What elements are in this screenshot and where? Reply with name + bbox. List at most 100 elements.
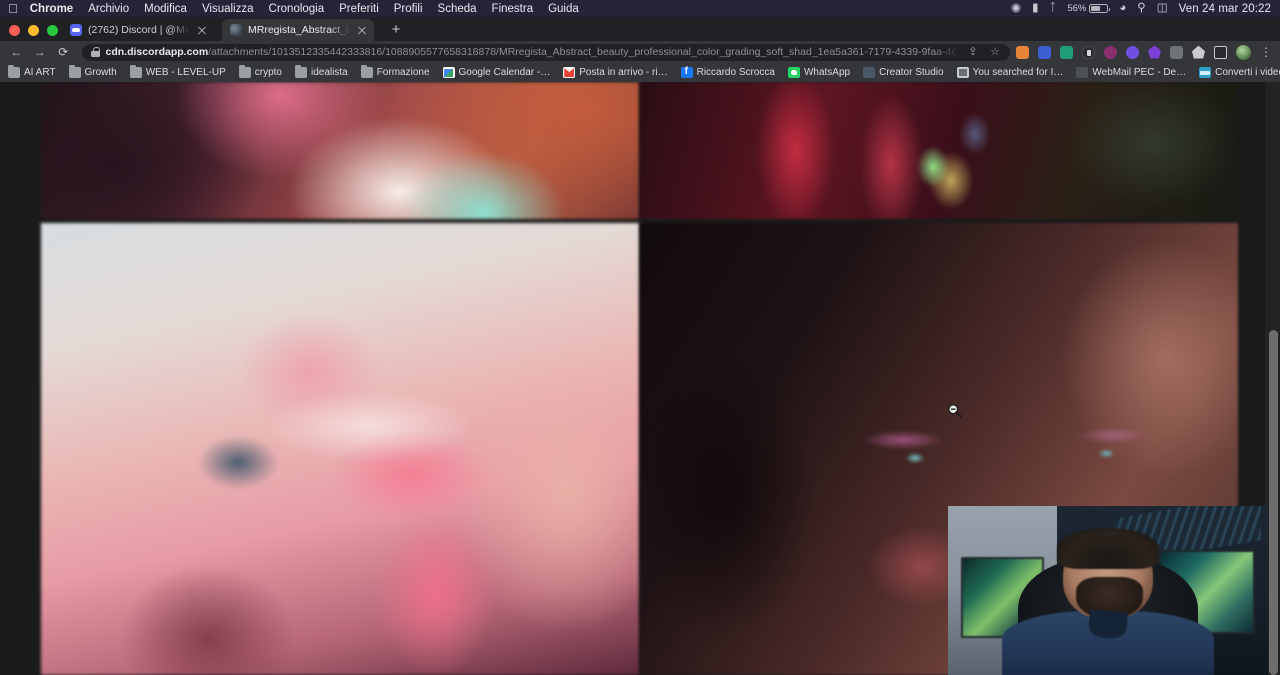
share-icon[interactable]: ⇪	[967, 46, 979, 58]
bookmark-label: Formazione	[377, 67, 430, 78]
bookmark-creator-studio[interactable]: Creator Studio	[863, 67, 943, 78]
image-top-left[interactable]	[41, 82, 639, 219]
bookmark-label: Google Calendar -…	[459, 67, 551, 78]
extension-violet-icon[interactable]	[1148, 46, 1161, 59]
extensions-area: ⋮	[1016, 45, 1280, 60]
extension-puzzle-icon[interactable]	[1192, 46, 1205, 59]
control-center-icon[interactable]: ◫	[1157, 3, 1168, 15]
battery-percent-label: 56%	[1067, 3, 1086, 14]
side-panel-icon[interactable]	[1214, 46, 1227, 59]
battery-shell	[1089, 4, 1108, 13]
extension-dark-circle-icon[interactable]	[1082, 46, 1095, 59]
creator-studio-icon	[863, 67, 875, 78]
bookmark-label: Riccardo Scrocca	[697, 67, 775, 78]
bookmark-ai-art[interactable]: AI ART	[8, 67, 56, 78]
menu-item-archivio[interactable]: Archivio	[88, 3, 129, 15]
menu-item-cronologia[interactable]: Cronologia	[269, 3, 325, 15]
record-icon[interactable]: ◉	[1011, 3, 1021, 15]
extension-blue-icon[interactable]	[1038, 46, 1051, 59]
image-top-right[interactable]	[640, 82, 1238, 219]
tab-title: (2762) Discord | @Midjourney	[88, 24, 190, 36]
url-path: /attachments/1013512335442333816/1088905…	[208, 46, 959, 58]
bluetooth-icon[interactable]: ᛏ	[1049, 3, 1056, 15]
profile-avatar[interactable]	[1236, 45, 1251, 60]
bookmark-idealista[interactable]: idealista	[295, 67, 348, 78]
bookmarks-bar: AI ART Growth WEB - LEVEL-UP crypto idea…	[0, 63, 1280, 82]
screen:  Chrome Archivio Modifica Visualizza Cr…	[0, 0, 1280, 675]
extension-orange-icon[interactable]	[1016, 46, 1029, 59]
chrome-menu-button[interactable]: ⋮	[1260, 46, 1272, 58]
tab-image-preview[interactable]: MRregista_Abstract_beauty_...	[222, 19, 374, 41]
menu-item-visualizza[interactable]: Visualizza	[202, 3, 254, 15]
bookmark-converti-video[interactable]: Converti i video di…	[1199, 67, 1280, 78]
menu-bar-status-area: ◉ ▮ ᛏ 56% ◕ ⚲ ◫ Ven 24 mar 20:22	[1011, 3, 1280, 15]
bookmark-posta-in-arrivo[interactable]: Posta in arrivo - ri…	[563, 67, 667, 78]
bookmark-web-level-up[interactable]: WEB - LEVEL-UP	[130, 67, 226, 78]
discord-icon	[70, 24, 82, 36]
folder-icon	[69, 67, 81, 78]
menu-item-chrome[interactable]: Chrome	[30, 3, 73, 15]
wifi-icon[interactable]: ◕	[1119, 3, 1126, 15]
tab-discord[interactable]: (2762) Discord | @Midjourney	[62, 19, 214, 41]
google-calendar-icon	[443, 67, 455, 78]
close-tab-icon[interactable]	[356, 24, 368, 36]
close-tab-icon[interactable]	[196, 24, 208, 36]
menu-item-finestra[interactable]: Finestra	[492, 3, 534, 15]
zoom-button[interactable]	[47, 25, 58, 36]
browser-tab-strip: (2762) Discord | @Midjourney MRregista_A…	[0, 17, 1280, 41]
bookmark-you-searched-for[interactable]: You searched for I…	[957, 67, 1064, 78]
minimize-button[interactable]	[28, 25, 39, 36]
webmail-icon	[1076, 67, 1088, 78]
bookmark-crypto[interactable]: crypto	[239, 67, 282, 78]
folder-icon	[361, 67, 373, 78]
url-text: cdn.discordapp.com/attachments/101351233…	[106, 46, 960, 58]
extension-grid-icon[interactable]	[1170, 46, 1183, 59]
tab-title: MRregista_Abstract_beauty_...	[248, 24, 350, 36]
extension-magenta-icon[interactable]	[1104, 46, 1117, 59]
bookmark-label: Converti i video di…	[1215, 67, 1280, 78]
bookmark-label: AI ART	[24, 67, 56, 78]
macos-menu-bar:  Chrome Archivio Modifica Visualizza Cr…	[0, 0, 1280, 17]
address-bar[interactable]: cdn.discordapp.com/attachments/101351233…	[82, 44, 1011, 61]
menu-item-modifica[interactable]: Modifica	[144, 3, 187, 15]
search-result-icon	[957, 67, 969, 78]
menu-item-guida[interactable]: Guida	[548, 3, 579, 15]
webcam-overlay[interactable]	[948, 506, 1268, 675]
new-tab-button[interactable]: +	[388, 22, 404, 38]
bookmark-riccardo-scrocca[interactable]: Riccardo Scrocca	[681, 67, 775, 78]
extension-purple-icon[interactable]	[1126, 46, 1139, 59]
star-icon[interactable]: ☆	[989, 46, 1001, 58]
battery-icon[interactable]: 56%	[1067, 3, 1108, 14]
bookmark-growth[interactable]: Growth	[69, 67, 117, 78]
gmail-icon	[563, 67, 575, 78]
display-icon[interactable]: ▮	[1032, 3, 1038, 15]
video-convert-icon	[1199, 67, 1211, 78]
battery-fill	[1091, 6, 1100, 11]
bookmark-webmail-pec[interactable]: WebMail PEC - De…	[1076, 67, 1186, 78]
bookmark-formazione[interactable]: Formazione	[361, 67, 430, 78]
bookmark-google-calendar[interactable]: Google Calendar -…	[443, 67, 551, 78]
menu-bar-clock[interactable]: Ven 24 mar 20:22	[1179, 3, 1271, 15]
browser-toolbar: ← → ⟳ cdn.discordapp.com/attachments/101…	[0, 41, 1280, 63]
menu-item-profili[interactable]: Profili	[394, 3, 423, 15]
extension-green-icon[interactable]	[1060, 46, 1073, 59]
close-button[interactable]	[9, 25, 20, 36]
apple-logo-icon[interactable]: 	[8, 2, 18, 15]
menu-item-preferiti[interactable]: Preferiti	[339, 3, 379, 15]
url-host: cdn.discordapp.com	[106, 46, 209, 58]
folder-icon	[130, 67, 142, 78]
bookmark-label: crypto	[255, 67, 282, 78]
whatsapp-icon	[788, 67, 800, 78]
spotlight-search-icon[interactable]: ⚲	[1137, 3, 1145, 15]
scrollbar-thumb[interactable]	[1269, 330, 1278, 675]
folder-icon	[239, 67, 251, 78]
webcam-hair	[1057, 528, 1159, 569]
forward-button[interactable]: →	[30, 42, 51, 62]
bookmark-label: Creator Studio	[879, 67, 943, 78]
reload-button[interactable]: ⟳	[53, 42, 74, 62]
menu-item-scheda[interactable]: Scheda	[438, 3, 477, 15]
back-button[interactable]: ←	[6, 42, 27, 62]
bookmark-label: Posta in arrivo - ri…	[579, 67, 667, 78]
bookmark-whatsapp[interactable]: WhatsApp	[788, 67, 850, 78]
image-bottom-left[interactable]	[41, 223, 639, 675]
